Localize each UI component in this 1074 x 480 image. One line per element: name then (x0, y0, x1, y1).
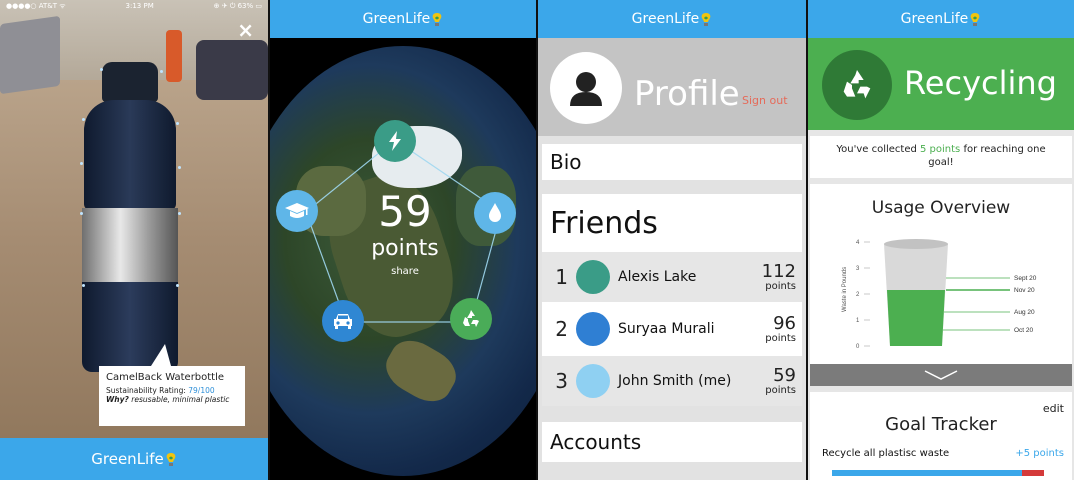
friend-name: Suryaa Murali (618, 321, 715, 337)
y-tick: 3 (856, 266, 860, 272)
y-tick: 4 (856, 240, 860, 246)
recycling-screen: GreenLife Recycling You've collected 5 p… (808, 0, 1074, 480)
close-button[interactable]: × (237, 18, 254, 42)
app-title: GreenLife (900, 11, 969, 27)
friend-rank: 2 (555, 317, 568, 341)
friend-avatar (576, 312, 610, 346)
goal-tracker-title: Goal Tracker (885, 414, 997, 435)
list-item[interactable]: 2 Suryaa Murali 96 points (542, 304, 802, 354)
share-link[interactable]: share (360, 266, 450, 277)
top-app-bar: GreenLife (808, 0, 1074, 38)
status-bar: ●●●●○ AT&T ᯤ 3:13 PM ⊕ ✈ ⏻ 63% ▭ (0, 0, 268, 14)
energy-category-button[interactable] (374, 120, 416, 162)
friend-name: John Smith (me) (618, 373, 732, 389)
lightbulb-icon (432, 12, 442, 26)
y-tick: 2 (856, 292, 860, 298)
graduation-cap-icon (285, 203, 309, 218)
goal-reward: +5 points (1015, 448, 1064, 459)
product-info-card[interactable]: CamelBack Waterbottle Sustainability Rat… (99, 344, 245, 426)
bio-section[interactable]: Bio (542, 144, 802, 180)
recycle-icon (463, 310, 479, 327)
date-label: Nov 20 (1014, 287, 1035, 294)
page-title: Profile (634, 74, 740, 114)
app-title: GreenLife (91, 450, 164, 468)
app-title: GreenLife (362, 11, 431, 27)
friend-avatar (576, 364, 610, 398)
friends-section: Friends 1 Alexis Lake 112 points 2 Surya… (542, 194, 802, 406)
y-tick: 1 (856, 318, 860, 324)
car-icon (334, 314, 352, 329)
rating-reason: Why? resusable, minimal plastic (106, 395, 230, 404)
lightbulb-icon (166, 452, 176, 466)
friend-points: 59 points (765, 364, 796, 396)
expand-toggle-button[interactable] (810, 364, 1072, 386)
product-name: CamelBack Waterbottle (106, 372, 225, 383)
recycling-category-button[interactable] (450, 298, 492, 340)
status-time: 3:13 PM (125, 2, 154, 10)
recycling-header: Recycling (808, 38, 1074, 130)
usage-title: Usage Overview (871, 198, 1011, 218)
top-app-bar: GreenLife (538, 0, 806, 38)
goal-tracker-card: edit Goal Tracker Recycle all plastisc w… (810, 392, 1072, 480)
water-drop-icon (489, 203, 501, 222)
lightbulb-icon (970, 12, 980, 26)
points-total: 59 (378, 187, 432, 236)
friend-points: 96 points (765, 312, 796, 344)
status-battery: ⊕ ✈ ⏻ 63% ▭ (213, 2, 262, 10)
lightbulb-icon (701, 12, 711, 26)
points-label: points (371, 236, 439, 261)
points-message: You've collected 5 points for reaching o… (810, 136, 1072, 178)
friend-rank: 1 (555, 265, 568, 289)
ar-scan-screen: ●●●●○ AT&T ᯤ 3:13 PM ⊕ ✈ ⏻ 63% ▭ × Camel… (0, 0, 268, 480)
lightning-icon (389, 131, 401, 151)
accounts-section[interactable]: Accounts (542, 422, 802, 462)
scanned-water-bottle[interactable] (74, 62, 186, 372)
date-label: Sept 20 (1014, 275, 1037, 282)
y-axis-label: Waste in Pounds (842, 267, 848, 312)
friend-name: Alexis Lake (618, 269, 697, 285)
sustainability-rating: Sustainability Rating: 79/100 (106, 386, 215, 395)
app-title: GreenLife (631, 11, 700, 27)
sign-out-link[interactable]: Sign out (742, 94, 788, 107)
profile-screen: GreenLife Profile Sign out Bio Friends 1… (538, 0, 806, 480)
bottom-app-bar: GreenLife (0, 438, 268, 480)
friend-rank: 3 (555, 369, 568, 393)
avatar[interactable] (550, 52, 622, 124)
usage-bin-chart: Waste in Pounds 4 3 2 1 0 Sept 20 Nov 20… (842, 239, 1037, 350)
camera-laptop (0, 15, 60, 95)
chevron-down-icon (924, 370, 958, 380)
page-title: Recycling (904, 64, 1057, 102)
profile-header: Profile Sign out (538, 38, 806, 136)
points-globe-screen: 59 points share GreenLife (270, 0, 536, 480)
usage-overview-card: Usage Overview Waste in Pounds 4 3 2 1 0 (810, 184, 1072, 364)
recycle-icon (822, 50, 892, 120)
y-tick: 0 (856, 344, 860, 350)
date-label: Aug 20 (1014, 309, 1035, 316)
date-label: Oct 20 (1014, 327, 1034, 334)
goal-item-label[interactable]: Recycle all plastisc waste (822, 448, 949, 459)
friends-title: Friends (550, 206, 658, 241)
education-category-button[interactable] (276, 190, 318, 232)
goal-progress-bar (832, 470, 1044, 476)
friend-avatar (576, 260, 610, 294)
status-carrier: ●●●●○ AT&T ᯤ (6, 2, 66, 10)
top-app-bar: GreenLife (270, 0, 536, 38)
rating-value: 79/100 (188, 386, 215, 395)
transport-category-button[interactable] (322, 300, 364, 342)
list-item[interactable]: 3 John Smith (me) 59 points (542, 356, 802, 406)
list-item[interactable]: 1 Alexis Lake 112 points (542, 252, 802, 302)
camera-chair (196, 40, 268, 100)
points-summary: 59 points share (360, 187, 450, 278)
water-category-button[interactable] (474, 192, 516, 234)
user-icon (570, 72, 602, 106)
friend-points: 112 points (761, 260, 796, 292)
